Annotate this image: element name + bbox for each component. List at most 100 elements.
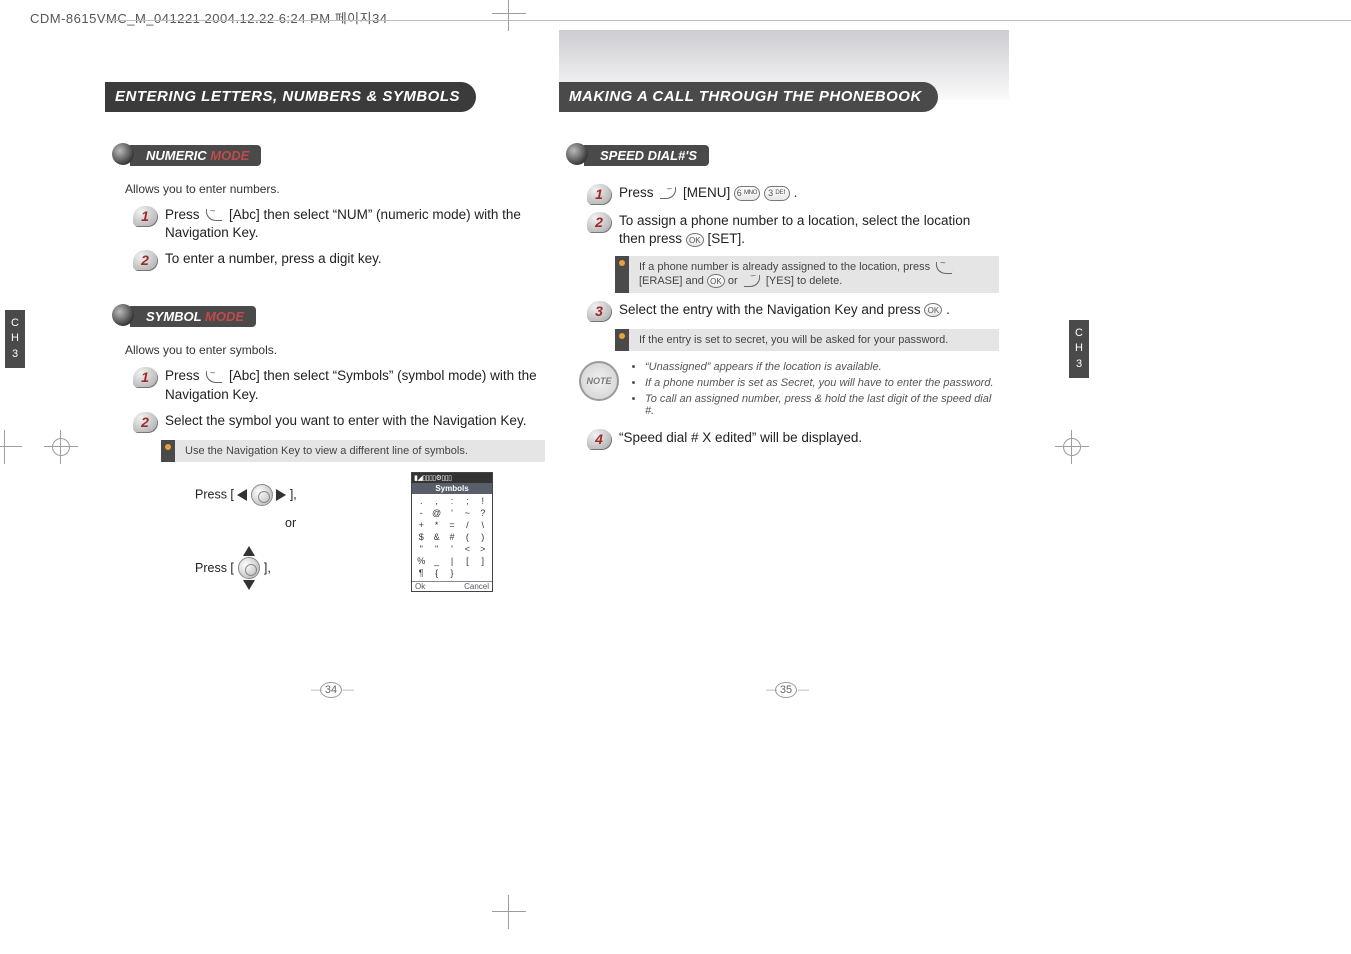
symbol-cell: ] (476, 556, 490, 567)
ok-key-icon: OK (924, 303, 942, 317)
symbol-cell: " (429, 544, 443, 555)
registration-mark-icon (492, 0, 526, 31)
symbol-cell: \ (476, 520, 490, 531)
label-accent: MODE (210, 148, 249, 163)
symbol-cell: ' (445, 544, 459, 555)
note-item: “Unassigned” appears if the location is … (645, 361, 999, 373)
nav-key-icon (251, 484, 273, 506)
symbol-cell: + (414, 520, 428, 531)
note-item: If a phone number is set as Secret, you … (645, 377, 999, 389)
step-number-icon: 2 (587, 212, 611, 232)
symbol-cell: | (445, 556, 459, 567)
diagram-text: ], (290, 487, 297, 501)
speed-step-4: 4 “Speed dial # X edited” will be displa… (587, 429, 999, 449)
phone-softkey-right: Cancel (464, 582, 489, 591)
symbol-step-1: 1 Press [Abc] then select “Symbols” (sym… (133, 367, 545, 403)
note-block: NOTE “Unassigned” appears if the locatio… (579, 361, 999, 421)
bullet-icon (165, 444, 171, 450)
symbol-cell: = (445, 520, 459, 531)
page-title-right: MAKING A CALL THROUGH THE PHONEBOOK (559, 82, 938, 112)
label-text: SYMBOL (146, 309, 205, 324)
step-number-icon: 2 (133, 412, 157, 432)
diagram-text: Press [ (195, 561, 234, 575)
softkey-right-icon (204, 371, 224, 383)
symbol-cell: { (429, 568, 443, 579)
diagram-text: ], (264, 561, 271, 575)
softkey-right-icon (934, 262, 954, 274)
step-number-icon: 1 (133, 367, 157, 387)
symbol-info-box: Use the Navigation Key to view a differe… (161, 440, 545, 462)
numeric-desc: Allows you to enter numbers. (125, 182, 545, 196)
step-number-icon: 1 (587, 184, 611, 204)
numeric-step-2: 2 To enter a number, press a digit key. (133, 250, 545, 270)
symbol-cell: ) (476, 532, 490, 543)
phone-screen-title: Symbols (412, 483, 492, 494)
info-text: Use the Navigation Key to view a differe… (175, 440, 545, 462)
symbol-cell: * (429, 520, 443, 531)
speed-info-1: If a phone number is already assigned to… (615, 256, 999, 292)
symbol-step-2: 2 Select the symbol you want to enter wi… (133, 412, 545, 432)
page-title-left: ENTERING LETTERS, NUMBERS & SYMBOLS (105, 82, 476, 112)
speed-info-2: If the entry is set to secret, you will … (615, 329, 999, 351)
symbol-cell: } (445, 568, 459, 579)
symbol-cell: # (445, 532, 459, 543)
section-symbol-mode: SYMBOL MODE (130, 306, 256, 327)
symbol-cell: " (414, 544, 428, 555)
label-text: SPEED DIAL#'S (600, 148, 697, 163)
note-item: To call an assigned number, press & hold… (645, 393, 999, 417)
symbol-cell: ' (445, 508, 459, 519)
symbol-cell: % (414, 556, 428, 567)
symbol-cell: ; (460, 496, 474, 507)
nav-key-icon (238, 557, 260, 579)
step-number-icon: 2 (133, 250, 157, 270)
registration-mark-icon (0, 430, 22, 464)
page-number-left: —34— (310, 682, 352, 698)
symbol-cell: ~ (460, 508, 474, 519)
symbol-cell: [ (460, 556, 474, 567)
symbol-cell: : (445, 496, 459, 507)
speed-step-1: 1 Press [MENU] 6 ᴹᴺᴼ 3 ᴰᴱᶠ . (587, 184, 999, 204)
numeric-step-1: 1 Press [Abc] then select “NUM” (numeric… (133, 206, 545, 242)
symbol-cell: - (414, 508, 428, 519)
step-text: Press (619, 185, 657, 200)
page-number-right: —35— (765, 682, 807, 698)
page-left: ENTERING LETTERS, NUMBERS & SYMBOLS C H … (105, 30, 555, 710)
symbol-cell: , (429, 496, 443, 507)
filename-header: CDM-8615VMC_M_041221 2004.12.22 6:24 PM … (30, 8, 388, 27)
page-right: MAKING A CALL THROUGH THE PHONEBOOK C H … (559, 30, 1009, 710)
info-text: If the entry is set to secret, you will … (629, 329, 999, 351)
step-number-icon: 3 (587, 301, 611, 321)
section-numeric-mode: NUMERIC MODE (130, 145, 261, 166)
symbol-desc: Allows you to enter symbols. (125, 343, 545, 357)
speed-step-3: 3 Select the entry with the Navigation K… (587, 301, 999, 321)
registration-mark-icon (44, 430, 78, 464)
phone-screen-preview: ▮◢▯▯▯▯⚙▯▯▯ Symbols .,:;!-@'~?+*=/\$&#()"… (411, 472, 493, 592)
key-6-icon: 6 ᴹᴺᴼ (734, 186, 760, 201)
symbol-cell: < (460, 544, 474, 555)
symbol-cell (460, 568, 474, 579)
bullet-icon (619, 333, 625, 339)
symbol-cell: @ (429, 508, 443, 519)
phone-softkey-left: Ok (415, 582, 425, 591)
arrow-left-icon (237, 489, 247, 501)
arrow-down-icon (243, 580, 255, 590)
top-rule (105, 20, 1351, 21)
speed-step-2: 2 To assign a phone number to a location… (587, 212, 999, 248)
step-text: [MENU] (683, 185, 734, 200)
softkey-right-icon (204, 209, 224, 221)
page-spread: ENTERING LETTERS, NUMBERS & SYMBOLS C H … (105, 30, 1010, 710)
chapter-tab-right: C H 3 (1069, 320, 1089, 378)
softkey-left-icon (658, 187, 678, 199)
symbol-cell: . (414, 496, 428, 507)
ok-key-icon: OK (707, 274, 725, 288)
navigation-diagram: Press [ ], or Press [ ], (185, 480, 475, 600)
symbol-cell: ? (476, 508, 490, 519)
symbol-cell: & (429, 532, 443, 543)
step-number-icon: 1 (133, 206, 157, 226)
symbol-cell (476, 568, 490, 579)
ok-key-icon: OK (686, 233, 704, 247)
symbol-cell: ( (460, 532, 474, 543)
arrow-right-icon (276, 489, 286, 501)
chapter-tab-left: C H 3 (5, 310, 25, 368)
key-3-icon: 3 ᴰᴱᶠ (764, 186, 790, 201)
